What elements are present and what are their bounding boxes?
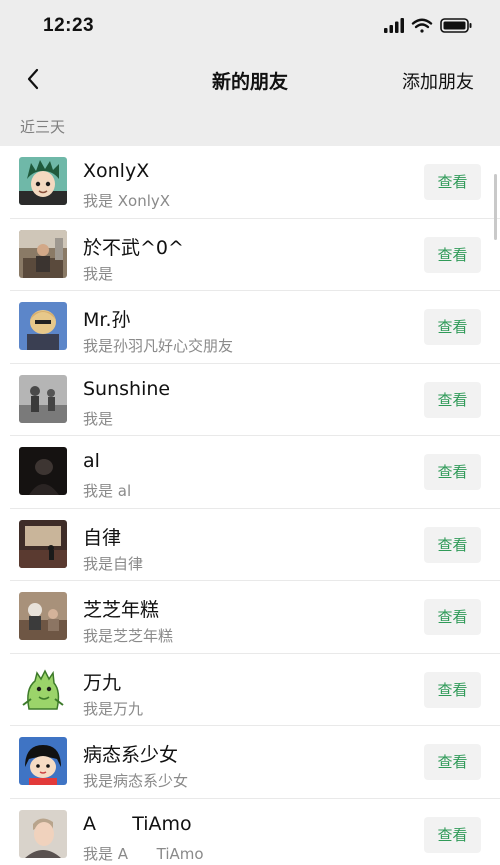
avatar[interactable]	[19, 519, 67, 568]
friend-message: 我是万九	[83, 699, 144, 718]
view-button[interactable]: 查看	[424, 744, 481, 780]
avatar[interactable]	[19, 664, 67, 713]
signal-icon	[384, 18, 404, 33]
friend-message: 我是 al	[83, 482, 132, 500]
avatar[interactable]	[19, 374, 67, 423]
avatar[interactable]	[19, 229, 67, 278]
friend-request-list: XonlyX 我是 XonlyX 查看 於不武^0^ 我是 查看 Mr.孙 我是…	[0, 146, 500, 865]
friend-request-row[interactable]: Mr.孙 我是孙羽凡好心交朋友 查看	[0, 291, 500, 364]
avatar[interactable]	[19, 302, 67, 350]
friend-request-row[interactable]: Sunshine 我是 查看	[0, 364, 500, 437]
friend-name: A TiAmo	[83, 812, 192, 835]
section-label: 近三天	[20, 118, 66, 136]
friend-request-row[interactable]: 芝芝年糕 我是芝芝年糕 查看	[0, 581, 500, 654]
friend-name: al	[83, 450, 100, 472]
friend-request-row[interactable]: 万九 我是万九 查看	[0, 654, 500, 727]
friend-name: Mr.孙	[83, 309, 131, 331]
view-button[interactable]: 查看	[424, 164, 481, 200]
view-button[interactable]: 查看	[424, 381, 481, 418]
friend-name: 芝芝年糕	[83, 599, 160, 621]
avatar[interactable]	[19, 592, 67, 640]
friend-message: 我是 A TiAmo	[83, 844, 204, 863]
view-button[interactable]: 查看	[424, 816, 481, 853]
friend-name: 自律	[83, 526, 122, 549]
avatar[interactable]	[19, 157, 67, 205]
friend-message: 我是芝芝年糕	[83, 627, 174, 645]
friend-request-row[interactable]: XonlyX 我是 XonlyX 查看	[0, 146, 500, 219]
scrollbar[interactable]	[494, 174, 497, 240]
view-button[interactable]: 查看	[424, 526, 481, 563]
friend-message: 我是孙羽凡好心交朋友	[83, 337, 234, 355]
friend-request-row[interactable]: 病态系少女 我是病态系少女 查看	[0, 726, 500, 799]
add-friend-button[interactable]: 添加朋友	[402, 68, 474, 94]
friend-request-row[interactable]: al 我是 al 查看	[0, 436, 500, 509]
friend-message: 我是病态系少女	[83, 772, 189, 790]
friend-name: 万九	[83, 671, 122, 694]
battery-icon	[440, 18, 472, 33]
avatar[interactable]	[19, 447, 67, 495]
status-time: 12:23	[43, 15, 95, 36]
friend-name: 病态系少女	[83, 744, 179, 766]
view-button[interactable]: 查看	[424, 454, 481, 490]
friend-message: 我是	[83, 264, 114, 283]
friend-request-row[interactable]: 自律 我是自律 查看	[0, 509, 500, 582]
friend-request-row[interactable]: A TiAmo 我是 A TiAmo 查看	[0, 799, 500, 865]
wifi-icon	[411, 18, 433, 33]
friend-name: XonlyX	[83, 160, 150, 182]
avatar[interactable]	[19, 809, 67, 858]
friend-name: 於不武^0^	[83, 236, 184, 259]
view-button[interactable]: 查看	[424, 236, 481, 273]
friend-request-row[interactable]: 於不武^0^ 我是 查看	[0, 219, 500, 292]
avatar[interactable]	[19, 737, 67, 785]
view-button[interactable]: 查看	[424, 671, 481, 708]
friend-message: 我是 XonlyX	[83, 192, 171, 210]
friend-message: 我是自律	[83, 554, 144, 573]
friend-name: Sunshine	[83, 377, 171, 400]
view-button[interactable]: 查看	[424, 309, 481, 345]
friend-message: 我是	[83, 409, 114, 428]
nav-bar: 新的朋友 添加朋友	[0, 54, 500, 106]
view-button[interactable]: 查看	[424, 599, 481, 635]
status-icons	[384, 17, 474, 37]
section-header: 近三天	[0, 106, 500, 146]
status-bar: 12:23	[0, 0, 500, 54]
